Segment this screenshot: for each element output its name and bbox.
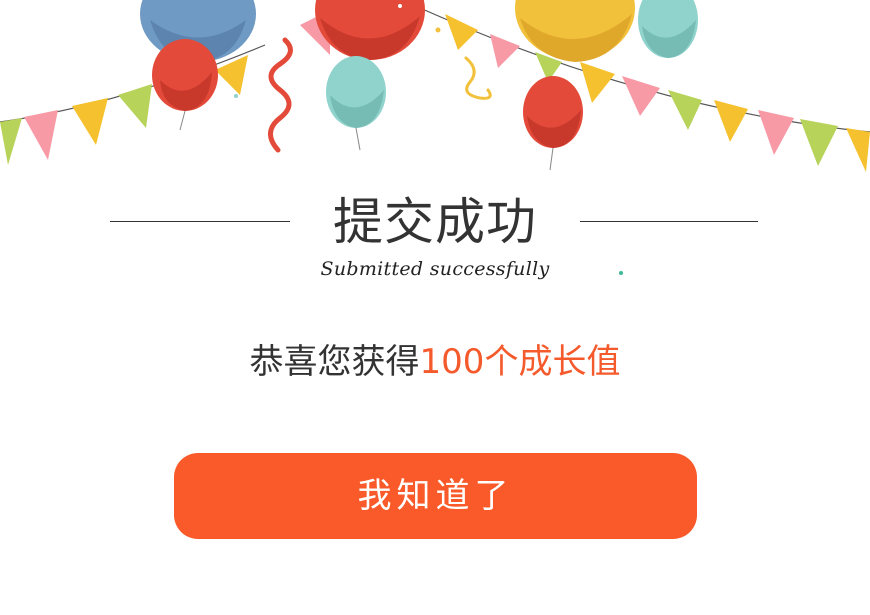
balloon-icon xyxy=(326,56,386,151)
page-subtitle: Submitted successfully xyxy=(320,258,550,280)
reward-amount: 100个成长值 xyxy=(419,342,621,382)
balloon-icon xyxy=(315,0,425,60)
title-section: 提交成功 xyxy=(0,192,870,252)
balloon-icon xyxy=(152,39,218,131)
balloon-icon xyxy=(638,0,698,58)
reward-prefix: 恭喜您获得 xyxy=(249,342,420,382)
celebration-banner xyxy=(0,0,870,172)
submission-success-dialog: 提交成功 Submitted successfully 恭喜您获得100个成长值… xyxy=(0,0,870,615)
title-divider-left xyxy=(110,221,290,222)
confirm-button[interactable]: 我知道了 xyxy=(174,453,697,539)
page-title: 提交成功 xyxy=(333,193,537,251)
balloon-icon xyxy=(523,76,583,171)
title-divider-right xyxy=(580,221,758,222)
streamer-icon xyxy=(268,37,293,153)
confetti-dot xyxy=(619,271,623,275)
streamer-icon xyxy=(464,56,492,100)
reward-message: 恭喜您获得100个成长值 xyxy=(0,338,870,386)
balloon-icon xyxy=(515,0,635,62)
